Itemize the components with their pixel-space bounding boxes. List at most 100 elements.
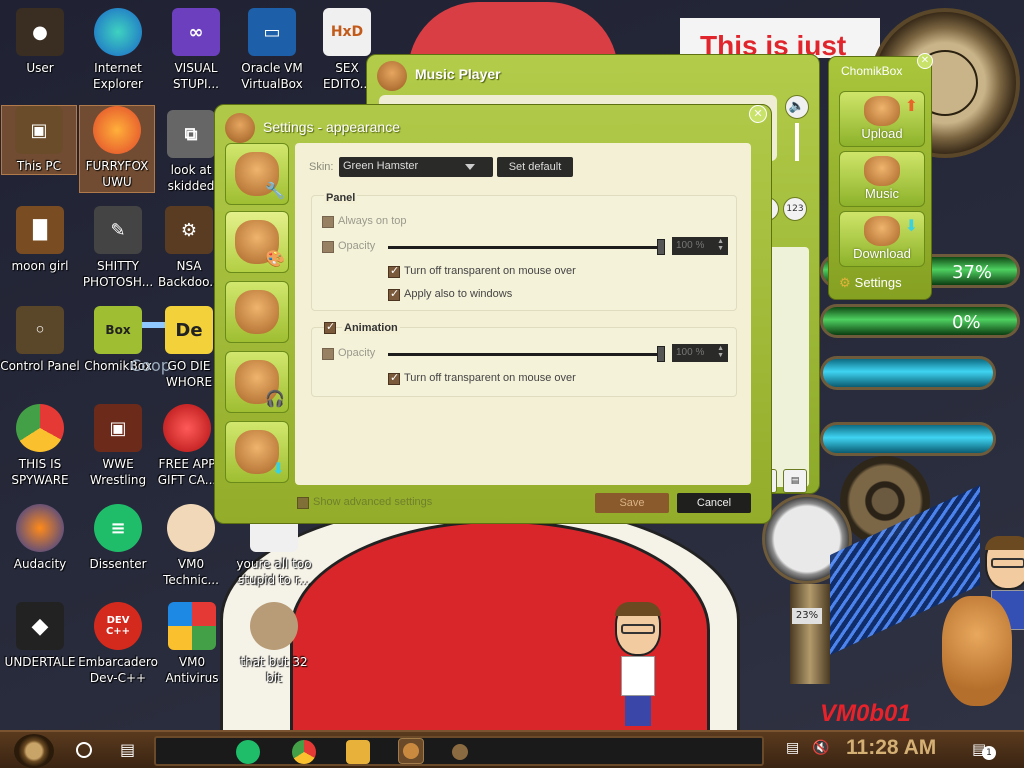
hamster-taskbar-icon[interactable] — [448, 740, 472, 764]
music-button[interactable]: Music — [839, 151, 925, 207]
settings-tab-general[interactable]: 🔧 — [225, 143, 289, 205]
desktop-icon-label: VISUAL STUPI... — [173, 61, 219, 91]
volume-icon[interactable]: 🔈 — [785, 95, 809, 119]
show-advanced-checkbox[interactable] — [297, 497, 309, 509]
technician-icon — [167, 504, 215, 552]
animation-group: Animation Opacity 100 % ▲ ▼ Turn off tra… — [311, 320, 737, 397]
animation-opacity-checkbox[interactable] — [322, 348, 334, 360]
spin-up-icon[interactable]: ▲ — [717, 345, 724, 352]
panel-transparent-label: Turn off transparent on mouse over — [404, 265, 576, 277]
desktop-icon-control-panel[interactable]: ◦ Control Panel — [0, 306, 80, 374]
settings-tab-music[interactable]: 🎧 — [225, 351, 289, 413]
volume-muted-icon[interactable]: 🔇 — [812, 740, 829, 756]
spin-up-icon[interactable]: ▲ — [717, 238, 724, 245]
skin-select[interactable]: Green Hamster — [339, 157, 493, 177]
desktop-icon-label: look at skidded c... — [167, 163, 215, 193]
gauge-top-percent: 37% — [952, 262, 993, 283]
clock[interactable]: 11:28 AM — [846, 736, 936, 760]
upload-button[interactable]: ⬆ Upload — [839, 91, 925, 147]
desktop-icon-visual-studio[interactable]: ∞ VISUAL STUPI... — [156, 8, 236, 92]
settings-tab-appearance[interactable]: 🎨 — [225, 211, 289, 273]
desktop-icon-user[interactable]: ● User — [0, 8, 80, 76]
dissenter-taskbar-icon[interactable] — [236, 740, 260, 764]
desktop-icon-shitty-photoshop[interactable]: ✎ SHITTY PHOTOSH... — [78, 206, 158, 290]
settings-link[interactable]: ⚙ Settings — [839, 275, 902, 291]
desktop-icon-nsa-backdoor[interactable]: ⚙ NSA Backdoo... — [158, 206, 220, 290]
playlist-open-icon[interactable]: ▤ — [783, 469, 807, 493]
desktop-icon-furryfox[interactable]: FURRYFOX UWU — [79, 105, 155, 193]
desktop-icon-dev-cpp[interactable]: DEV C++ Embarcadero Dev-C++ — [78, 602, 158, 686]
copy-icon: ⧉ — [167, 110, 215, 158]
panel-group-title: Panel — [324, 192, 358, 204]
chevron-down-icon — [465, 164, 475, 170]
gauge-tube-bottom — [820, 304, 1020, 338]
close-icon[interactable]: ✕ — [917, 53, 933, 69]
start-button[interactable] — [14, 734, 54, 768]
file-explorer-icon[interactable] — [346, 740, 370, 764]
set-default-button[interactable]: Set default — [497, 157, 573, 177]
always-on-top-checkbox[interactable] — [322, 216, 334, 228]
desktop-icon-spyware[interactable]: THIS IS SPYWARE — [0, 404, 80, 488]
desktop-icon-this-pc[interactable]: ▣ This PC — [1, 105, 77, 175]
desktop-icon-vm0-antivirus[interactable]: VM0 Antivirus — [156, 602, 228, 686]
spin-down-icon[interactable]: ▼ — [717, 245, 724, 252]
panel-opacity-slider[interactable] — [388, 239, 665, 255]
gear-icon: ⚙ — [839, 275, 851, 290]
animation-opacity-spinner[interactable]: 100 % ▲ ▼ — [672, 344, 728, 362]
desktop-icon-label: moon girl — [11, 259, 69, 273]
panel-transparent-checkbox[interactable] — [388, 264, 400, 278]
desktop-icon-moon-girl[interactable]: █ moon girl — [0, 206, 80, 274]
panel-opacity-spinner[interactable]: 100 % ▲ ▼ — [672, 237, 728, 255]
desktop-icon-label: Dissenter — [89, 557, 147, 571]
animation-opacity-slider[interactable] — [388, 346, 665, 362]
desktop-icon-label: SHITTY PHOTOSH... — [82, 259, 154, 289]
save-button[interactable]: Save — [595, 493, 669, 513]
settings-dialog[interactable]: Settings - appearance ✕ 🔧 🎨 🎧 ⬇ Skin: Gr… — [214, 104, 772, 524]
settings-content: Skin: Green Hamster Set default Panel Al… — [295, 143, 751, 485]
desktop-icon-label: VM0 Technic... — [163, 557, 219, 587]
notification-icon[interactable]: ▤ 1 — [972, 740, 996, 760]
desktop-icon-label: WWE Wrestling — [89, 457, 147, 487]
task-view-icon[interactable]: ▤ — [120, 740, 135, 759]
desktop-icon-dissenter[interactable]: ≡ Dissenter — [78, 504, 158, 572]
animation-group-title: Animation — [342, 322, 400, 334]
slider-thumb[interactable] — [657, 239, 665, 255]
desktop-icon-wwe[interactable]: ▣ WWE Wrestling — [78, 404, 158, 488]
desktop-icon-audacity[interactable]: Audacity — [0, 504, 80, 572]
search-icon[interactable] — [76, 742, 92, 758]
panel-opacity-checkbox[interactable] — [322, 241, 334, 253]
chrome-taskbar-icon[interactable] — [292, 740, 316, 764]
volume-slider[interactable] — [795, 123, 799, 161]
settings-tab-download[interactable]: ⬇ — [225, 421, 289, 483]
music-player-title: Music Player — [415, 66, 501, 82]
desktop-icon-go-die[interactable]: De GO DIE WHORE — [158, 306, 220, 390]
panel-opacity-label: Opacity — [338, 240, 376, 252]
animation-checkbox[interactable] — [324, 320, 336, 334]
animation-transparent-checkbox[interactable] — [388, 371, 400, 385]
spin-down-icon[interactable]: ▼ — [717, 352, 724, 359]
chomikbox-taskbar-icon[interactable] — [398, 738, 424, 764]
order-button[interactable]: 123 — [783, 197, 807, 221]
download-button[interactable]: ⬇ Download — [839, 211, 925, 267]
hamster-icon — [864, 156, 900, 186]
desktop-icon-free-apple[interactable]: FREE APP GIFT CA... — [156, 404, 218, 488]
network-icon[interactable]: ▤ — [786, 740, 799, 756]
arrow-up-icon: ⬆ — [904, 96, 918, 115]
show-advanced-label: Show advanced settings — [313, 496, 433, 508]
desktop-icon-32bit[interactable]: that but 32 bit — [234, 602, 314, 686]
settings-tab-connection[interactable] — [225, 281, 289, 343]
desktop-icon-undertale[interactable]: ◆ UNDERTALE — [0, 602, 80, 670]
close-icon[interactable]: ✕ — [749, 105, 767, 123]
arrow-down-icon: ⬇ — [904, 216, 918, 235]
apply-windows-checkbox[interactable] — [388, 287, 400, 301]
shield-icon — [168, 602, 216, 650]
desktop-icon-skidded[interactable]: ⧉ look at skidded c... — [160, 110, 222, 194]
settings-title: Settings - appearance — [263, 119, 400, 135]
slider-thumb[interactable] — [657, 346, 665, 362]
desktop-icon-virtualbox[interactable]: ▭ Oracle VM VirtualBox — [232, 8, 312, 92]
desktop-icon-internet-explorer[interactable]: Internet Explorer — [78, 8, 158, 92]
desktop-icon-label: User — [26, 61, 54, 75]
cancel-button[interactable]: Cancel — [677, 493, 751, 513]
chomikbox-panel[interactable]: ChomikBox ✕ ⬆ Upload Music ⬇ Download ⚙ S… — [828, 53, 933, 300]
desktop-icon-label: Embarcadero Dev-C++ — [78, 655, 158, 685]
